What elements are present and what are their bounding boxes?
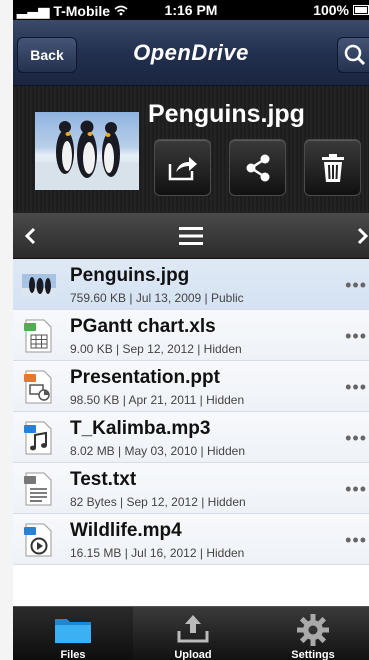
status-bar: ▂▃▅ T-Mobile 1:16 PM 100% xyxy=(13,0,369,20)
tab-files[interactable]: Files xyxy=(13,607,133,660)
chevron-left-icon xyxy=(24,227,36,245)
tab-upload[interactable]: Upload xyxy=(133,607,253,660)
tab-label: Settings xyxy=(291,649,335,660)
more-options-button[interactable]: ••• xyxy=(345,326,367,347)
file-list: Penguins.jpg 759.60 KB | Jul 13, 2009 | … xyxy=(13,259,369,606)
file-meta: 759.60 KB | Jul 13, 2009 | Public xyxy=(70,291,244,305)
app-brand-title: OpenDrive xyxy=(133,40,249,65)
file-row-presentation[interactable]: Presentation.ppt 98.50 KB | Apr 21, 2011… xyxy=(13,361,369,412)
hamburger-menu-icon xyxy=(179,227,203,245)
navigation-bar: Back OpenDrive xyxy=(13,20,369,86)
share-arrow-icon xyxy=(168,156,197,180)
file-meta: 9.00 KB | Sep 12, 2012 | Hidden xyxy=(70,342,242,356)
file-thumbnail xyxy=(35,112,139,190)
file-name: Presentation.ppt xyxy=(70,367,220,388)
upload-icon xyxy=(177,615,209,643)
browse-toolbar xyxy=(13,213,369,259)
file-name: Wildlife.mp4 xyxy=(70,520,182,541)
file-name: Penguins.jpg xyxy=(70,265,190,286)
battery-icon xyxy=(353,5,369,15)
file-row-wildlife[interactable]: Wildlife.mp4 16.15 MB | Jul 16, 2012 | H… xyxy=(13,514,369,565)
video-file-icon xyxy=(22,523,54,557)
spreadsheet-file-icon xyxy=(22,319,54,353)
more-options-button[interactable]: ••• xyxy=(345,428,367,449)
chevron-right-icon xyxy=(357,227,369,245)
menu-button[interactable] xyxy=(176,221,206,251)
search-icon xyxy=(344,44,366,66)
share-button[interactable] xyxy=(154,139,211,196)
file-detail-header: Penguins.jpg xyxy=(13,86,369,213)
search-button[interactable] xyxy=(337,37,369,73)
app-screen: ▂▃▅ T-Mobile 1:16 PM 100% Back OpenDrive xyxy=(13,0,369,660)
file-row-penguins[interactable]: Penguins.jpg 759.60 KB | Jul 13, 2009 | … xyxy=(13,259,369,310)
file-row-pgantt[interactable]: PGantt chart.xls 9.00 KB | Sep 12, 2012 … xyxy=(13,310,369,361)
presentation-file-icon xyxy=(22,370,54,404)
file-meta: 82 Bytes | Sep 12, 2012 | Hidden xyxy=(70,495,246,509)
tab-label: Files xyxy=(60,649,86,660)
share-nodes-icon xyxy=(246,154,269,181)
audio-file-icon xyxy=(22,421,54,455)
file-row-kalimba[interactable]: T_Kalimba.mp3 8.02 MB | May 03, 2010 | H… xyxy=(13,412,369,463)
gear-icon xyxy=(297,614,329,646)
next-file-button[interactable] xyxy=(348,221,369,251)
tab-bar: Files Upload Settings xyxy=(13,606,369,660)
selected-file-title: Penguins.jpg xyxy=(148,100,305,128)
more-options-button[interactable]: ••• xyxy=(345,479,367,500)
social-share-button[interactable] xyxy=(229,139,286,196)
file-name: T_Kalimba.mp3 xyxy=(70,418,211,439)
tab-settings[interactable]: Settings xyxy=(253,607,369,660)
battery-percent: 100% xyxy=(313,2,349,18)
more-options-button[interactable]: ••• xyxy=(345,530,367,551)
more-options-button[interactable]: ••• xyxy=(345,275,367,296)
tab-label: Upload xyxy=(174,649,212,660)
file-meta: 16.15 MB | Jul 16, 2012 | Hidden xyxy=(70,546,245,560)
trash-icon xyxy=(321,153,344,182)
file-row-test-txt[interactable]: Test.txt 82 Bytes | Sep 12, 2012 | Hidde… xyxy=(13,463,369,514)
file-name: Test.txt xyxy=(70,469,137,490)
file-meta: 8.02 MB | May 03, 2010 | Hidden xyxy=(70,444,246,458)
previous-file-button[interactable] xyxy=(15,221,45,251)
delete-button[interactable] xyxy=(304,139,361,196)
file-name: PGantt chart.xls xyxy=(70,316,216,337)
text-file-icon xyxy=(22,472,54,506)
folder-icon xyxy=(55,619,91,643)
image-thumbnail-icon xyxy=(22,268,56,302)
more-options-button[interactable]: ••• xyxy=(345,377,367,398)
file-meta: 98.50 KB | Apr 21, 2011 | Hidden xyxy=(70,393,245,407)
